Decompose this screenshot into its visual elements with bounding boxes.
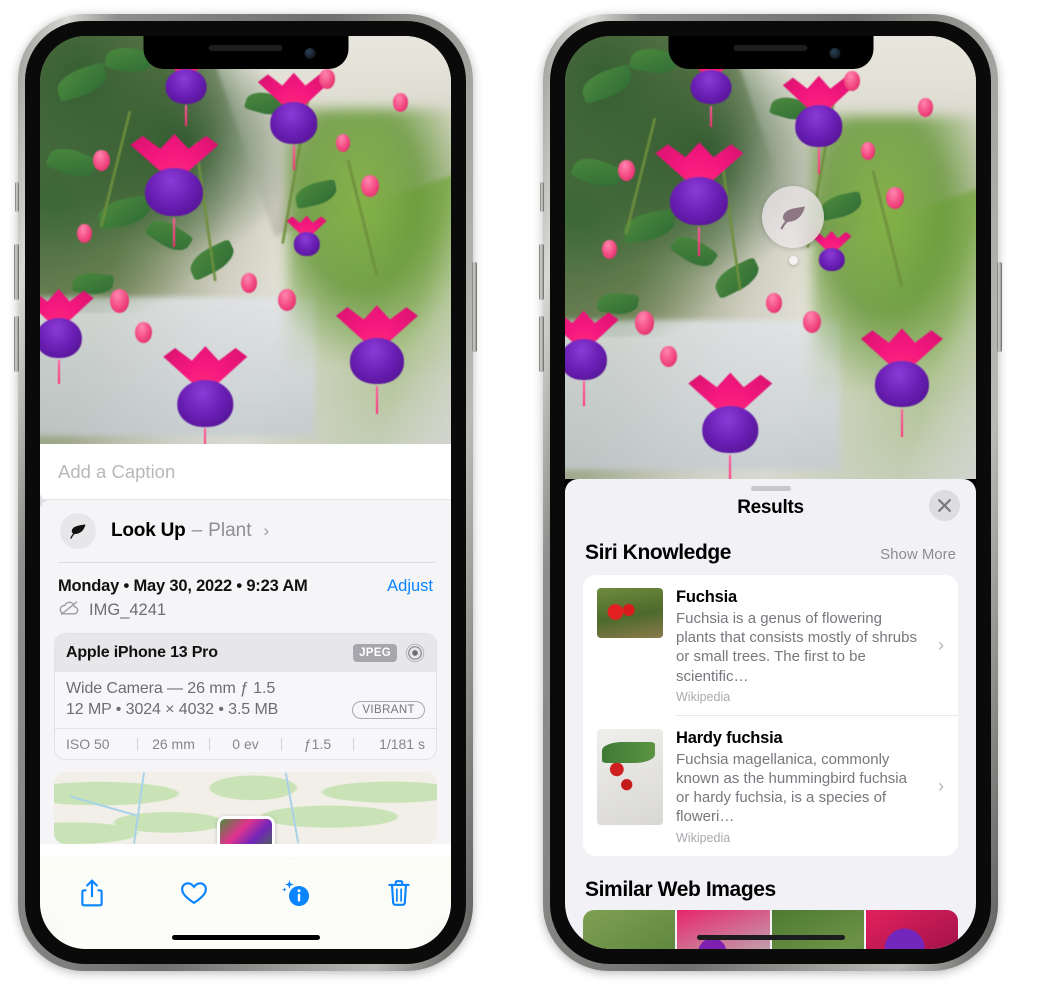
camera-card-body: Wide Camera — 26 mm ƒ 1.5 12 MP • 3024 ×… bbox=[55, 672, 436, 728]
iphone-left: Add a Caption Look Up – Plant › Monday •… bbox=[14, 14, 477, 971]
location-map-thumbnail[interactable] bbox=[54, 772, 437, 844]
results-header: Results bbox=[565, 490, 976, 521]
exif-ev: 0 ev bbox=[232, 736, 259, 752]
siri-knowledge-cards: Fuchsia Fuchsia is a genus of flowering … bbox=[583, 575, 958, 856]
volume-down-button[interactable] bbox=[14, 316, 19, 372]
web-image-thumbnail[interactable] bbox=[677, 909, 770, 949]
web-image-thumbnail[interactable] bbox=[865, 909, 958, 949]
earpiece-speaker bbox=[208, 45, 283, 51]
exif-focal: 26 mm bbox=[152, 736, 195, 752]
visual-look-up-badge[interactable] bbox=[762, 186, 824, 248]
home-indicator[interactable] bbox=[171, 935, 320, 940]
front-camera-icon bbox=[829, 48, 840, 59]
visual-look-up-indicator-dot bbox=[789, 256, 798, 265]
volume-down-button[interactable] bbox=[539, 316, 544, 372]
exif-shutter: 1/181 s bbox=[379, 736, 425, 752]
camera-info-card: Apple iPhone 13 Pro JPEG Wide Camera — 2… bbox=[54, 633, 437, 760]
exif-row: ISO 50 26 mm 0 ev ƒ1.5 1/181 s bbox=[55, 728, 436, 759]
section-title: Similar Web Images bbox=[585, 877, 776, 901]
date-row: Monday • May 30, 2022 • 9:23 AM Adjust bbox=[40, 563, 451, 598]
screenshot-root: Add a Caption Look Up – Plant › Monday •… bbox=[0, 0, 1055, 985]
leaf-icon bbox=[780, 206, 805, 230]
web-image-thumbnail[interactable] bbox=[583, 909, 676, 949]
result-title: Hardy fuchsia bbox=[676, 728, 783, 747]
trash-icon bbox=[388, 880, 410, 906]
home-indicator[interactable] bbox=[696, 935, 845, 940]
exif-aperture: ƒ1.5 bbox=[303, 736, 332, 752]
result-source: Wikipedia bbox=[676, 689, 731, 704]
results-sheet: Results Siri Knowledge Show More Fuchsia… bbox=[565, 479, 976, 949]
look-up-subject: Plant bbox=[208, 520, 252, 541]
siri-knowledge-header: Siri Knowledge Show More bbox=[565, 519, 976, 575]
result-description: Fuchsia magellanica, commonly known as t… bbox=[676, 750, 907, 826]
caption-field[interactable]: Add a Caption bbox=[40, 444, 451, 500]
front-camera-icon bbox=[304, 48, 315, 59]
notch bbox=[143, 36, 348, 69]
file-name: IMG_4241 bbox=[89, 601, 167, 619]
caption-placeholder: Add a Caption bbox=[58, 460, 176, 482]
volume-up-button[interactable] bbox=[539, 244, 544, 300]
result-description: Fuchsia is a genus of flowering plants t… bbox=[676, 610, 917, 685]
lens-info: Wide Camera — 26 mm ƒ 1.5 bbox=[66, 680, 276, 697]
info-sparkle-icon bbox=[281, 880, 309, 906]
favorite-button[interactable] bbox=[172, 871, 216, 915]
result-thumbnail bbox=[597, 728, 663, 825]
similar-web-images-header: Similar Web Images bbox=[565, 856, 976, 910]
result-thumbnail bbox=[597, 588, 663, 638]
exif-iso: ISO 50 bbox=[66, 736, 110, 752]
show-more-button[interactable]: Show More bbox=[880, 546, 956, 563]
result-title: Fuchsia bbox=[676, 588, 737, 606]
look-up-label: Look Up bbox=[111, 520, 186, 541]
look-up-separator: – bbox=[191, 520, 203, 541]
section-title: Siri Knowledge bbox=[585, 541, 732, 564]
volume-up-button[interactable] bbox=[14, 244, 19, 300]
image-specs: 12 MP • 3024 × 4032 • 3.5 MB bbox=[66, 701, 279, 718]
photo-viewer[interactable] bbox=[40, 36, 451, 444]
photo-date: Monday • May 30, 2022 • 9:23 AM bbox=[58, 577, 308, 595]
info-button[interactable] bbox=[275, 871, 319, 915]
share-button[interactable] bbox=[70, 871, 114, 915]
result-source: Wikipedia bbox=[676, 830, 731, 845]
screen-left: Add a Caption Look Up – Plant › Monday •… bbox=[40, 36, 451, 949]
share-icon bbox=[81, 879, 103, 907]
screen-right: Results Siri Knowledge Show More Fuchsia… bbox=[565, 36, 976, 949]
delete-button[interactable] bbox=[377, 871, 421, 915]
chevron-right-icon: › bbox=[938, 635, 944, 656]
earpiece-speaker bbox=[733, 45, 808, 51]
silent-switch[interactable] bbox=[540, 182, 544, 212]
format-badge: JPEG bbox=[353, 644, 397, 662]
chevron-right-icon: › bbox=[938, 776, 944, 797]
similar-web-images-row[interactable] bbox=[583, 909, 958, 949]
results-title: Results bbox=[737, 497, 804, 518]
device-name: Apple iPhone 13 Pro bbox=[66, 644, 218, 661]
list-item[interactable]: Hardy fuchsia Fuchsia magellanica, commo… bbox=[583, 716, 958, 856]
photo-info-sheet: Add a Caption Look Up – Plant › Monday •… bbox=[40, 444, 451, 949]
photo-viewer[interactable] bbox=[565, 36, 976, 479]
chevron-right-icon: › bbox=[263, 521, 270, 540]
iphone-right: Results Siri Knowledge Show More Fuchsia… bbox=[539, 14, 1002, 971]
look-up-row[interactable]: Look Up – Plant › bbox=[40, 494, 451, 562]
close-button[interactable] bbox=[929, 490, 960, 521]
map-photo-pin bbox=[216, 816, 275, 844]
silent-switch[interactable] bbox=[15, 182, 19, 212]
fuchsia-flowers-photo bbox=[565, 36, 976, 479]
notch bbox=[668, 36, 873, 69]
camera-card-header: Apple iPhone 13 Pro JPEG bbox=[55, 634, 436, 672]
close-icon bbox=[938, 499, 951, 512]
heart-icon bbox=[181, 882, 208, 905]
photographic-style-badge: VIBRANT bbox=[352, 701, 425, 719]
adjust-button[interactable]: Adjust bbox=[387, 577, 433, 596]
aperture-icon bbox=[405, 643, 425, 663]
web-image-thumbnail[interactable] bbox=[771, 909, 864, 949]
power-button[interactable] bbox=[997, 262, 1002, 352]
info-body: Look Up – Plant › Monday • May 30, 2022 … bbox=[40, 494, 451, 844]
leaf-icon bbox=[60, 513, 96, 549]
bottom-toolbar bbox=[40, 857, 451, 949]
list-item[interactable]: Fuchsia Fuchsia is a genus of flowering … bbox=[583, 575, 958, 715]
file-row: IMG_4241 bbox=[40, 598, 451, 633]
icloud-slash-icon bbox=[58, 600, 80, 621]
power-button[interactable] bbox=[472, 262, 477, 352]
fuchsia-flowers-photo bbox=[40, 36, 451, 444]
sparkles-icon bbox=[40, 492, 54, 521]
